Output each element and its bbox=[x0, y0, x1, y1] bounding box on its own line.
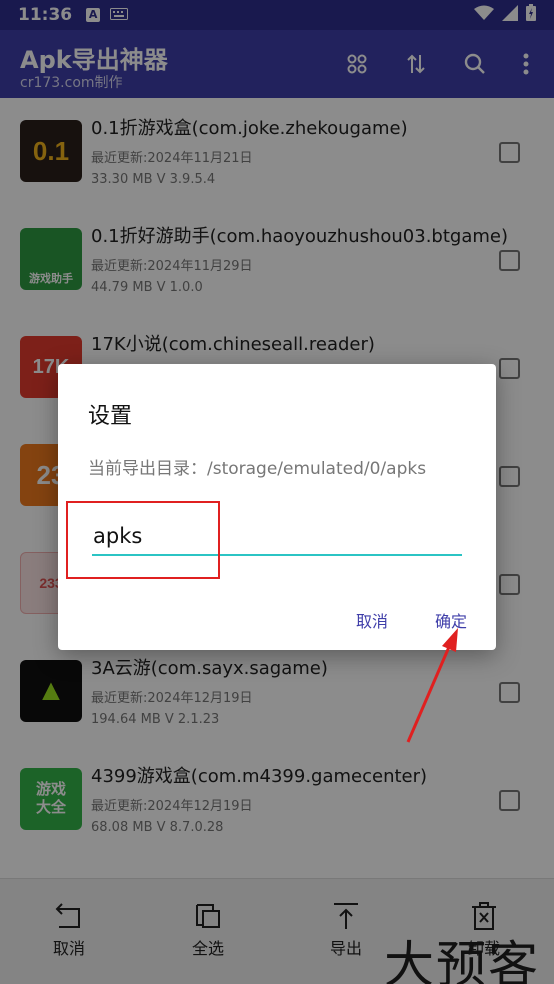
annotation-arrow-icon bbox=[406, 628, 458, 743]
watermark-text: 大预客 bbox=[384, 936, 540, 984]
